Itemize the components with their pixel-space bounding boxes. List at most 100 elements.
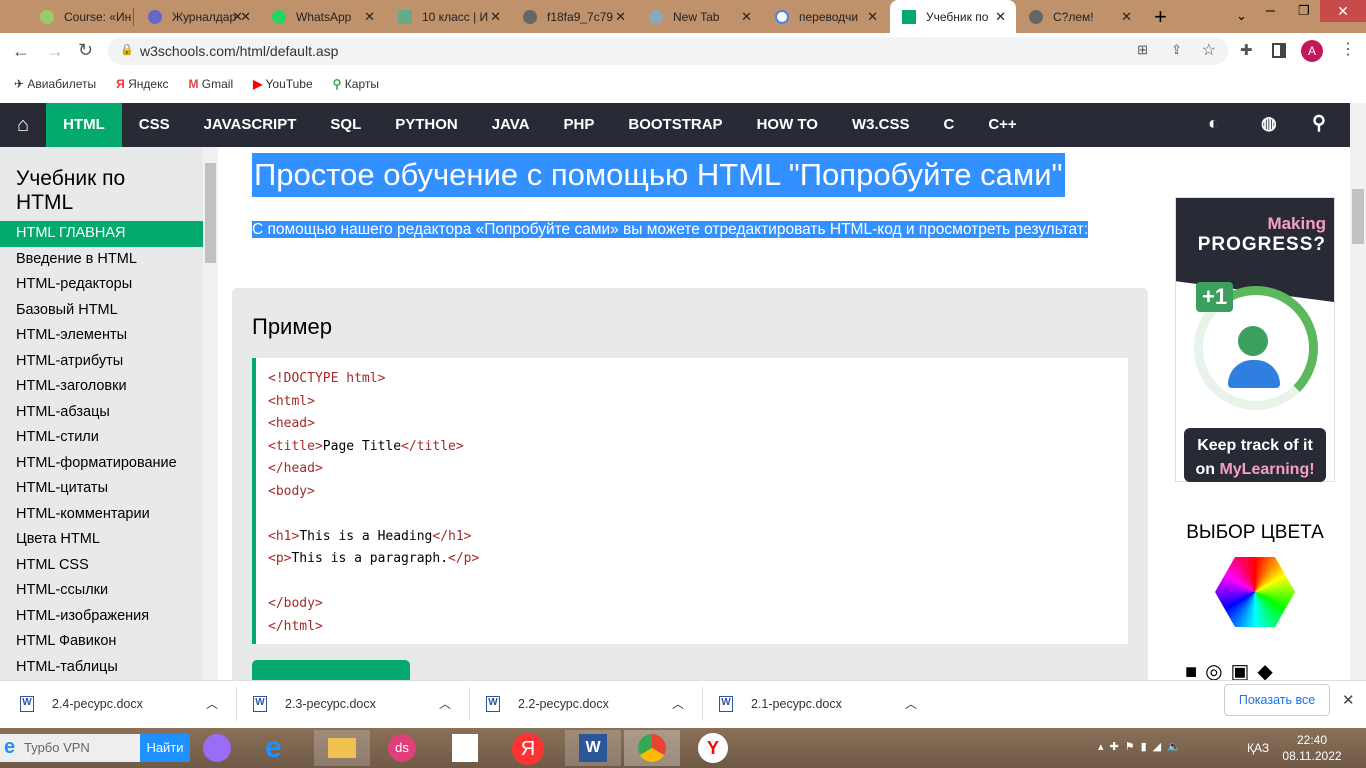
tab-journal[interactable]: Журналдар ✕ (136, 0, 261, 33)
close-icon[interactable]: ✕ (995, 9, 1006, 25)
chevron-up-icon[interactable]: ︿ (905, 695, 917, 712)
nav-javascript[interactable]: JAVASCRIPT (187, 103, 314, 147)
close-icon[interactable]: ✕ (867, 9, 878, 25)
ds-app-icon[interactable]: ds (388, 734, 416, 762)
sidebar-item[interactable]: HTML-элементы (0, 323, 203, 349)
chevron-up-icon[interactable]: ︿ (672, 695, 684, 712)
search-icon[interactable]: ⚲ (1312, 112, 1326, 135)
nav-w3css[interactable]: W3.CSS (835, 103, 927, 147)
translate-icon[interactable]: ⊞ (1137, 42, 1148, 58)
sidebar-item[interactable]: HTML-комментарии (0, 502, 203, 528)
nav-css[interactable]: CSS (122, 103, 187, 147)
sidebar-item[interactable]: Цвета HTML (0, 527, 203, 553)
restore-button[interactable]: ❐ (1298, 3, 1310, 19)
bookmark-youtube[interactable]: ▶ YouTube (253, 77, 313, 91)
download-item[interactable]: W 2.1-ресурс.docx ︿ (719, 681, 935, 726)
tab-salem[interactable]: С?лем! ✕ (1017, 0, 1142, 33)
tab-translator[interactable]: переводчи ✕ (763, 0, 888, 33)
download-item[interactable]: W 2.2-ресурс.docx ︿ (486, 681, 702, 726)
color-picker-hexagon[interactable] (1215, 557, 1295, 627)
sidebar-item[interactable]: HTML-абзацы (0, 400, 203, 426)
sidebar-item[interactable]: HTML-цитаты (0, 476, 203, 502)
sidebar-item[interactable]: HTML Фавикон (0, 629, 203, 655)
close-icon[interactable]: ✕ (1121, 9, 1132, 25)
tray-icons[interactable]: ▴✚⚑▮◢🔈 (1098, 740, 1187, 753)
url-input[interactable]: 🔒 w3schools.com/html/default.asp ⊞ ⇪ ☆ (108, 37, 1228, 65)
page-scrollbar[interactable] (1350, 103, 1366, 680)
clock[interactable]: 22:40 08.11.2022 (1282, 732, 1342, 764)
back-icon[interactable]: ← (12, 41, 30, 62)
side-panel-icon[interactable] (1272, 43, 1286, 58)
download-item[interactable]: W 2.3-ресурс.docx ︿ (253, 681, 469, 726)
reload-icon[interactable]: ↻ (78, 40, 93, 61)
tab-10class[interactable]: 10 класс | И ✕ (386, 0, 511, 33)
sidebar-item[interactable]: HTML-изображения (0, 604, 203, 630)
sidebar-item[interactable]: HTML-стили (0, 425, 203, 451)
chevron-up-icon[interactable]: ︿ (206, 695, 218, 712)
nav-howto[interactable]: HOW TO (740, 103, 835, 147)
show-all-button[interactable]: Показать все (1224, 684, 1330, 716)
chevron-up-icon[interactable]: ︿ (439, 695, 451, 712)
bookmark-aviabilety[interactable]: ✈ Авиабилеты (14, 77, 96, 91)
forward-icon[interactable]: → (46, 41, 64, 62)
nav-cpp[interactable]: C++ (971, 103, 1033, 147)
sidebar-item[interactable]: Введение в HTML (0, 247, 203, 273)
nav-sql[interactable]: SQL (313, 103, 378, 147)
tab-whatsapp[interactable]: WhatsApp ✕ (260, 0, 385, 33)
taskbar-find-button[interactable]: Найти (140, 734, 190, 762)
tab-f18fa9[interactable]: f18fa9_7c79 ✕ (511, 0, 636, 33)
close-icon[interactable]: ✕ (240, 9, 251, 25)
close-icon[interactable]: ✕ (615, 9, 626, 25)
nav-bootstrap[interactable]: BOOTSTRAP (611, 103, 739, 147)
sidebar-item[interactable]: HTML CSS (0, 553, 203, 579)
bookmark-gmail[interactable]: M Gmail (188, 77, 233, 91)
bookmark-maps[interactable]: ⚲ Карты (333, 77, 379, 91)
close-icon[interactable]: ✕ (741, 9, 752, 25)
nav-html[interactable]: HTML (46, 103, 122, 147)
chrome-icon[interactable] (624, 730, 680, 766)
sidebar-item[interactable]: Базовый HTML (0, 298, 203, 324)
star-icon[interactable]: ☆ (1202, 40, 1216, 60)
tab-w3schools[interactable]: Учебник по ✕ (890, 0, 1016, 33)
word-icon[interactable]: W (565, 730, 621, 766)
close-icon[interactable]: ✕ (490, 9, 501, 25)
bookmark-yandex[interactable]: Я Яндекс (116, 77, 168, 91)
sidebar-item[interactable]: HTML-заголовки (0, 374, 203, 400)
menu-icon[interactable]: ⋮ (1340, 39, 1356, 59)
explorer-icon[interactable] (314, 730, 370, 766)
minimize-button[interactable]: – (1266, 2, 1275, 20)
tab-search-chevron-icon[interactable]: ⌄ (1236, 8, 1247, 24)
nav-php[interactable]: PHP (547, 103, 612, 147)
sidebar-item[interactable]: HTML-ссылки (0, 578, 203, 604)
theme-toggle-icon[interactable]: ◐ (1208, 113, 1219, 134)
sidebar-item[interactable]: HTML-форматирование (0, 451, 203, 477)
close-window-button[interactable]: ✕ (1320, 0, 1366, 22)
presentation-icon[interactable] (452, 734, 478, 762)
close-icon[interactable]: ✕ (364, 9, 375, 25)
mylearning-ad[interactable]: Making PROGRESS? +1 Keep track of it on … (1175, 197, 1335, 482)
ie-taskbar-icon[interactable]: e (265, 731, 282, 765)
yandex-browser-icon[interactable]: Y (698, 733, 728, 763)
close-downloads-icon[interactable]: ✕ (1342, 691, 1355, 709)
sidebar-item[interactable]: HTML ГЛАВНАЯ (0, 221, 203, 247)
alice-icon[interactable] (203, 734, 231, 762)
nav-python[interactable]: PYTHON (378, 103, 475, 147)
yandex-icon[interactable]: Я (512, 733, 544, 765)
language-indicator[interactable]: ҚАЗ (1247, 741, 1269, 755)
nav-c[interactable]: C (926, 103, 971, 147)
extensions-icon[interactable]: ✚ (1240, 41, 1253, 59)
sidebar-item[interactable]: HTML-таблицы (0, 655, 203, 681)
globe-icon[interactable]: ◍ (1261, 113, 1277, 134)
sidebar-item[interactable]: HTML-редакторы (0, 272, 203, 298)
taskbar-search-input[interactable]: e Турбо VPN (0, 734, 140, 762)
profile-avatar[interactable]: A (1301, 40, 1323, 62)
home-icon[interactable]: ⌂ (0, 103, 46, 147)
nav-java[interactable]: JAVA (475, 103, 547, 147)
sidebar-item[interactable]: HTML-атрибуты (0, 349, 203, 375)
new-tab-button[interactable]: + (1154, 4, 1167, 30)
download-item[interactable]: W 2.4-ресурс.docx ︿ (20, 681, 236, 726)
share-icon[interactable]: ⇪ (1171, 42, 1182, 58)
tab-new[interactable]: New Tab ✕ (637, 0, 762, 33)
try-it-yourself-button[interactable] (252, 660, 410, 680)
sidebar-scrollbar[interactable] (203, 147, 218, 680)
